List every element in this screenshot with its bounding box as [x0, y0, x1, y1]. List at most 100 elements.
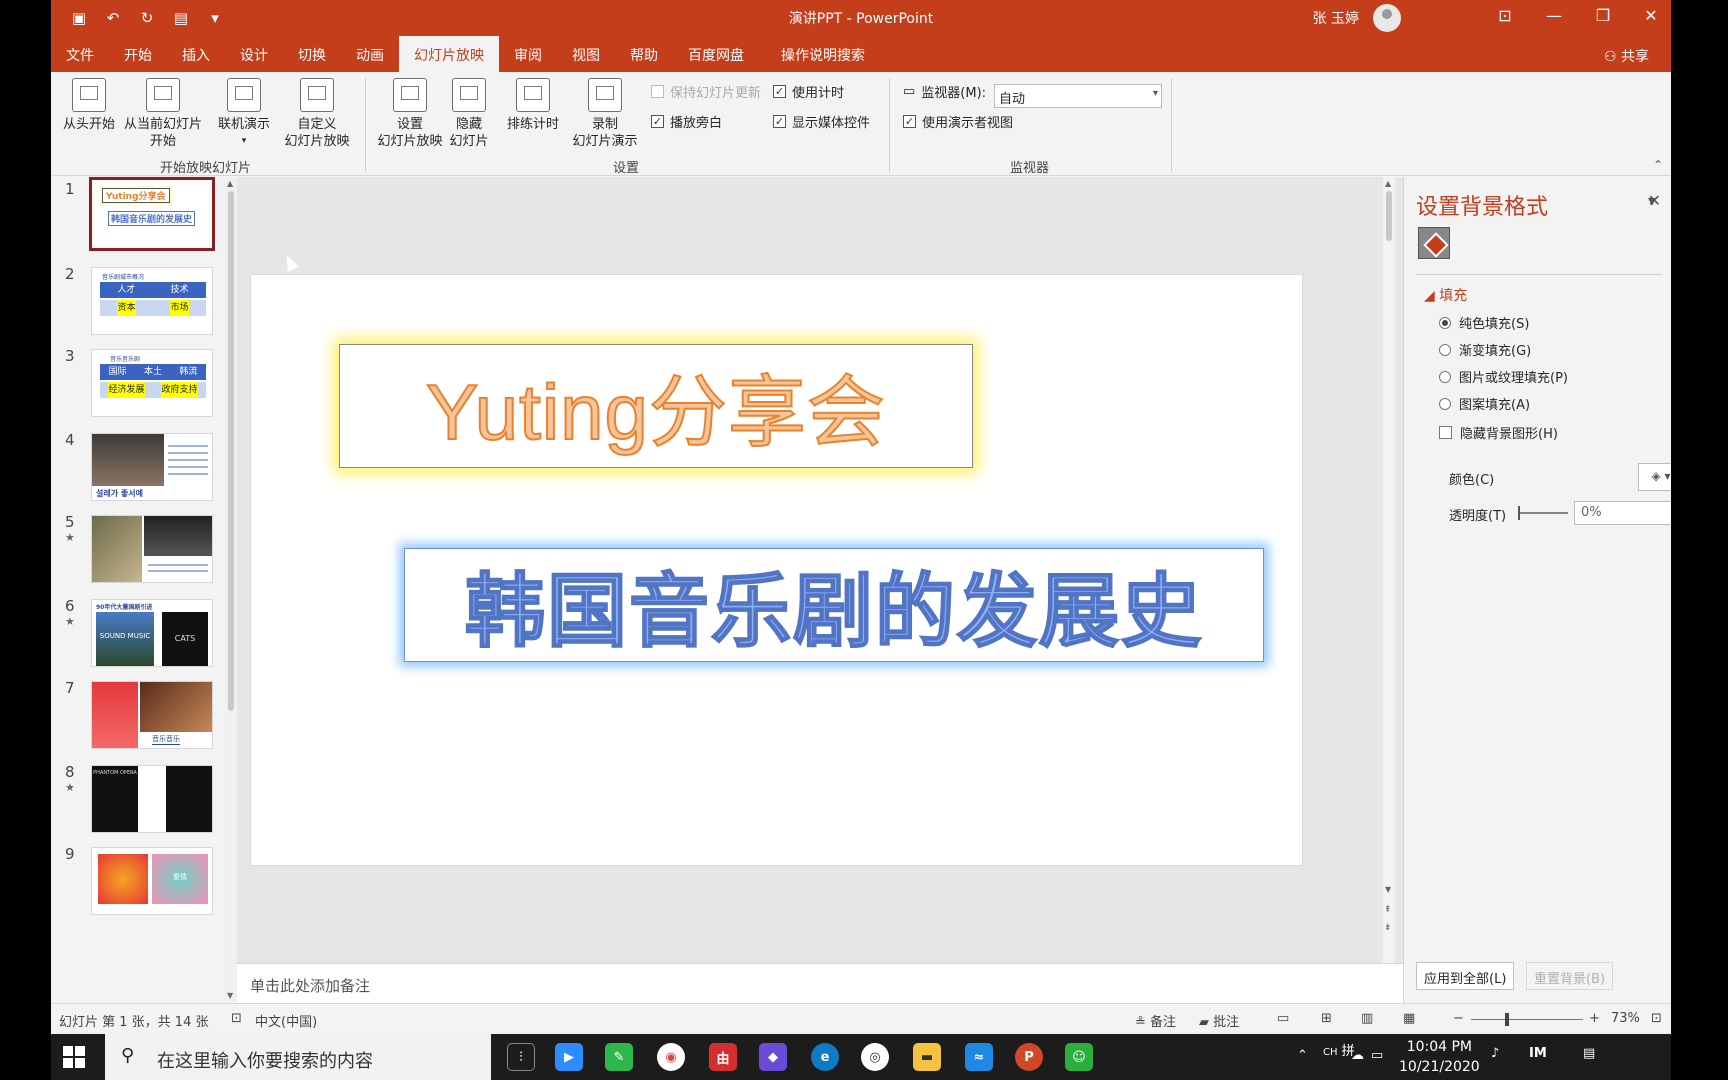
tab-2[interactable]: 插入 — [167, 36, 225, 72]
tab-5[interactable]: 动画 — [341, 36, 399, 72]
next-slide-icon[interactable]: ⇟ — [1384, 923, 1392, 933]
reading-view-icon[interactable]: ▥ — [1361, 1011, 1373, 1026]
spellcheck-icon[interactable]: ⊡ — [231, 1011, 242, 1026]
zoom-slider-track[interactable] — [1471, 1019, 1583, 1020]
ribbon-display-icon[interactable]: ⊡ — [1491, 6, 1519, 25]
zoom-app-icon[interactable]: ▶ — [555, 1043, 583, 1071]
close-button[interactable]: ✕ — [1637, 6, 1665, 25]
tab-10[interactable]: 百度网盘 — [673, 36, 759, 72]
evernote-icon[interactable]: ✎ — [605, 1043, 633, 1071]
share-button[interactable]: ⚇ 共享 — [1604, 46, 1649, 66]
zoom-in-icon[interactable]: + — [1589, 1011, 1600, 1026]
fill-option-radio[interactable]: 图案填充(A) — [1439, 394, 1530, 413]
show-media-checkbox[interactable]: ✓ 显示媒体控件 — [773, 112, 870, 131]
slide-thumbnail[interactable]: 爱情 — [91, 847, 213, 915]
tab-9[interactable]: 帮助 — [615, 36, 673, 72]
zoom-slider-thumb[interactable] — [1505, 1013, 1509, 1026]
file-explorer-icon[interactable]: ▬ — [913, 1043, 941, 1071]
app-purple-icon[interactable]: ◆ — [759, 1043, 787, 1071]
presenter-view-checkbox[interactable]: ✓ 使用演示者视图 — [903, 112, 1013, 131]
app-tray-icon[interactable]: IM — [1529, 1046, 1547, 1061]
tab-3[interactable]: 设计 — [225, 36, 283, 72]
scroll-down-icon[interactable]: ▼ — [227, 991, 233, 1000]
custom-show-button[interactable]: 自定义 幻灯片放映 — [277, 78, 357, 150]
fill-section-header[interactable]: ◢ 填充 — [1424, 285, 1467, 305]
online-present-dropdown-icon[interactable]: ▾ — [213, 133, 275, 150]
collapse-ribbon-icon[interactable]: ⌃ — [1653, 158, 1663, 172]
reset-background-button[interactable]: 重置背景(B) — [1526, 962, 1614, 990]
thumbnails-scrollbar[interactable]: ▲ ▼ — [225, 177, 237, 1003]
scrollbar-thumb[interactable] — [228, 191, 234, 711]
slide-scrollbar[interactable]: ▲ ▼ ⇞ ⇟ — [1383, 177, 1395, 963]
tab-7[interactable]: 审阅 — [499, 36, 557, 72]
slide-thumbnail[interactable]: 音乐音乐剧 国际 本土 韩流 经济发展 政府支持 — [91, 349, 213, 417]
panel-close-icon[interactable]: ✕ — [1648, 191, 1661, 210]
tab-11[interactable]: 操作说明搜索 — [759, 36, 880, 72]
tab-0[interactable]: 文件 — [51, 36, 109, 72]
keep-updated-checkbox[interactable]: 保持幻灯片更新 — [651, 82, 761, 101]
zoom-out-icon[interactable]: − — [1453, 1011, 1464, 1026]
restore-button[interactable]: ❐ — [1589, 6, 1617, 25]
app-blue-icon[interactable]: ≈ — [965, 1043, 993, 1071]
taskbar-search-box[interactable]: ⚲ 在这里输入你要搜索的内容 — [105, 1034, 491, 1080]
setup-show-button[interactable]: 设置 幻灯片放映 — [375, 78, 445, 150]
app-circle-icon[interactable]: ◎ — [861, 1043, 889, 1071]
notes-toggle[interactable]: ≗ 备注 — [1135, 1011, 1176, 1030]
avatar[interactable] — [1373, 4, 1401, 32]
from-current-button[interactable]: 从当前幻灯片 开始 — [121, 78, 205, 150]
monitor-select[interactable]: 自动 ▾ — [994, 84, 1162, 108]
comments-toggle[interactable]: ▰ 批注 — [1199, 1011, 1239, 1030]
fill-bucket-icon[interactable] — [1418, 227, 1450, 259]
hide-slide-button[interactable]: 隐藏 幻灯片 — [447, 78, 491, 150]
scroll-up-icon[interactable]: ▲ — [227, 179, 233, 188]
rehearse-timings-button[interactable]: 排练计时 — [503, 78, 563, 133]
scrollbar-thumb[interactable] — [1386, 191, 1392, 241]
tab-1[interactable]: 开始 — [109, 36, 167, 72]
transparency-slider[interactable] — [1518, 506, 1568, 520]
from-start-button[interactable]: 从头开始 — [59, 78, 119, 133]
color-picker-button[interactable]: ◈ ▾ — [1638, 463, 1671, 491]
fill-option-radio[interactable]: 图片或纹理填充(P) — [1439, 367, 1568, 386]
battery-icon[interactable]: ▭ — [1371, 1048, 1383, 1063]
apply-to-all-button[interactable]: 应用到全部(L) — [1416, 962, 1515, 990]
slide-title[interactable]: Yuting分享会 — [425, 350, 886, 462]
normal-view-icon[interactable]: ▭ — [1277, 1011, 1289, 1026]
online-present-button[interactable]: 联机演示 ▾ — [213, 78, 275, 150]
tray-expand-icon[interactable]: ⌃ — [1297, 1048, 1308, 1063]
slide-thumbnail[interactable]: 音乐音乐 — [91, 681, 213, 749]
slide-thumbnail[interactable]: 音乐剧城市概况 人才 技术 资本 市场 — [91, 267, 213, 335]
hide-bg-graphics-checkbox[interactable]: 隐藏背景图形(H) — [1439, 423, 1558, 442]
ime-indicator[interactable]: CH 拼 — [1323, 1040, 1355, 1059]
slide-thumbnail[interactable] — [91, 515, 213, 583]
slide-thumbnail[interactable]: PHANTOM OPERA — [91, 765, 213, 833]
use-timings-checkbox[interactable]: ✓ 使用计时 — [773, 82, 844, 101]
slide-sorter-icon[interactable]: ⊞ — [1321, 1011, 1332, 1026]
language-indicator[interactable]: 中文(中国) — [255, 1011, 317, 1030]
notes-placeholder[interactable]: 单击此处添加备注 — [250, 975, 370, 996]
slide-thumbnail[interactable]: 설레가 좋서예 — [91, 433, 213, 501]
zoom-level[interactable]: 73% — [1611, 1011, 1640, 1026]
subtitle-textbox[interactable]: 韩国音乐剧的发展史 — [404, 548, 1264, 662]
minimize-button[interactable]: — — [1540, 6, 1568, 25]
tab-8[interactable]: 视图 — [557, 36, 615, 72]
powerpoint-icon[interactable]: P — [1015, 1043, 1043, 1071]
slide-thumbnail[interactable]: 90年代大量国剧引进 SOUND MUSIC CATS — [91, 599, 213, 667]
slide-thumbnail[interactable]: Yuting分享会 韩国音乐剧的发展史 — [89, 177, 215, 251]
fill-option-radio[interactable]: 渐变填充(G) — [1439, 340, 1531, 359]
fit-slide-icon[interactable]: ⊡ — [1651, 1011, 1662, 1026]
user-name[interactable]: 张 玉婷 — [1313, 8, 1359, 28]
tab-6[interactable]: 幻灯片放映 — [399, 36, 499, 72]
edge-icon[interactable]: e — [811, 1043, 839, 1071]
tab-4[interactable]: 切换 — [283, 36, 341, 72]
previous-slide-icon[interactable]: ⇞ — [1384, 905, 1392, 915]
volume-icon[interactable]: ♪ — [1491, 1046, 1499, 1061]
fill-option-radio[interactable]: 纯色填充(S) — [1439, 313, 1529, 332]
transparency-input[interactable]: 0%▲▼ — [1574, 501, 1671, 525]
windows-start-icon[interactable] — [63, 1046, 85, 1068]
slideshow-view-icon[interactable]: ▦ — [1403, 1011, 1415, 1026]
scroll-down-icon[interactable]: ▼ — [1385, 885, 1391, 894]
wechat-icon[interactable]: ☺ — [1065, 1043, 1093, 1071]
record-show-button[interactable]: 录制 幻灯片演示 — [565, 78, 645, 150]
app-red-icon[interactable]: 由 — [709, 1043, 737, 1071]
scroll-up-icon[interactable]: ▲ — [1385, 179, 1391, 188]
